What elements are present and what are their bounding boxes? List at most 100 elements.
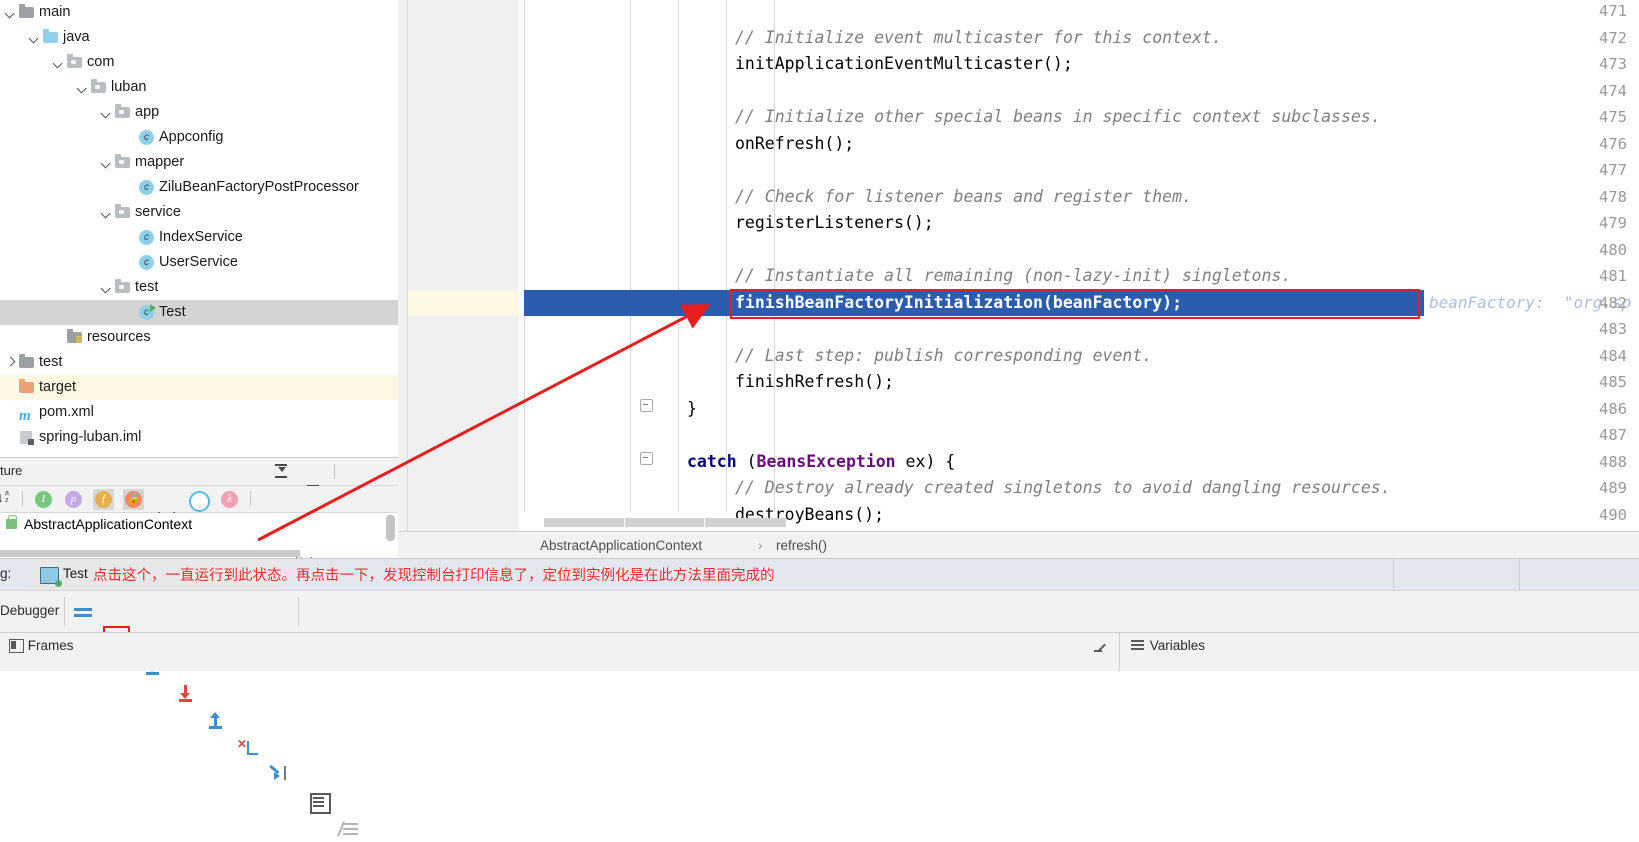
force-step-into-icon[interactable]	[234, 734, 261, 761]
code-comment[interactable]: // Destroy already created singletons to…	[735, 475, 1391, 502]
project-tool-window[interactable]: main java com luban app c Appconfig mapper c Zilu…	[0, 0, 398, 457]
tree-row[interactable]: test	[0, 350, 398, 375]
chevron-down-icon[interactable]	[100, 200, 113, 225]
code-statement[interactable]: onRefresh();	[735, 131, 854, 158]
tree-row[interactable]: mapper	[0, 150, 398, 175]
line-number[interactable]: 475	[1547, 104, 1627, 131]
line-number[interactable]: 488	[1547, 449, 1627, 476]
run-bar-divider	[1393, 559, 1394, 591]
pin-icon[interactable]	[1093, 641, 1108, 656]
calculator-icon[interactable]	[305, 788, 332, 815]
line-number[interactable]: 477	[1547, 157, 1627, 184]
structure-row-class[interactable]: AbstractApplicationContext	[2, 513, 398, 535]
chevron-down-icon[interactable]	[100, 150, 113, 175]
tree-row[interactable]: resources	[0, 325, 398, 350]
java-class-icon: c	[137, 125, 157, 150]
show-lambdas-icon[interactable]: λ	[219, 489, 240, 510]
line-number[interactable]: 473	[1547, 51, 1627, 78]
code-comment[interactable]: // Check for listener beans and register…	[735, 184, 1192, 211]
tree-row[interactable]: main	[0, 0, 398, 25]
show-anonymous-icon[interactable]	[187, 489, 210, 512]
line-number[interactable]: 471	[1547, 0, 1627, 25]
code-statement[interactable]: finishRefresh();	[735, 369, 894, 396]
tree-row[interactable]: c UserService	[0, 250, 398, 275]
breadcrumb[interactable]: AbstractApplicationContext › refresh()	[398, 531, 1639, 559]
breadcrumb-item-method[interactable]: refresh()	[776, 532, 827, 559]
code-editor[interactable]: // Initialize event multicaster for this…	[398, 0, 1639, 531]
chevron-right-icon[interactable]	[4, 350, 17, 375]
breadcrumb-item-class[interactable]: AbstractApplicationContext	[540, 532, 702, 559]
show-non-public-icon[interactable]: 🔒	[123, 489, 144, 510]
line-number[interactable]: 487	[1547, 422, 1627, 449]
lines-icon[interactable]	[70, 599, 97, 626]
tree-row-label: resources	[87, 329, 151, 345]
tree-row[interactable]: c IndexService	[0, 225, 398, 250]
show-inherited-icon[interactable]: I	[33, 489, 54, 510]
exception-var: ex	[895, 451, 926, 471]
tree-row[interactable]: spring-luban.iml	[0, 425, 398, 450]
tree-row[interactable]: m pom.xml	[0, 400, 398, 425]
show-properties-icon[interactable]: p	[63, 489, 84, 510]
expand-all-icon[interactable]	[272, 462, 291, 481]
chevron-down-icon[interactable]	[100, 100, 113, 125]
line-number[interactable]: 476	[1547, 131, 1627, 158]
sort-alphabetically-icon[interactable]	[0, 489, 17, 510]
code-comment[interactable]: // Initialize event multicaster for this…	[735, 25, 1222, 52]
tree-row[interactable]: test	[0, 275, 398, 300]
tree-row[interactable]: c Test	[0, 300, 398, 325]
code-statement[interactable]: registerListeners();	[735, 210, 934, 237]
structure-panel-title: ture	[0, 463, 23, 478]
line-number[interactable]: 486	[1547, 396, 1627, 423]
variables-pane-header[interactable]: Variables	[1130, 638, 1205, 653]
line-number[interactable]: 484	[1547, 343, 1627, 370]
structure-tool-window[interactable]: ture I p f 🔒 λ AbstractApplicationContex…	[0, 457, 398, 571]
folder-package-icon	[65, 50, 85, 75]
line-number[interactable]: 483	[1547, 316, 1627, 343]
code-brace[interactable]: }	[687, 396, 697, 423]
editor-horizontal-scrollbar[interactable]	[544, 518, 786, 527]
editor-code-area[interactable]: // Initialize event multicaster for this…	[519, 0, 1639, 531]
tree-row[interactable]: java	[0, 25, 398, 50]
line-number[interactable]: 490	[1547, 502, 1627, 529]
structure-panel-body[interactable]: AbstractApplicationContext static class …	[0, 513, 398, 557]
tree-row[interactable]: app	[0, 100, 398, 125]
chevron-down-icon[interactable]	[4, 0, 17, 25]
code-catch-clause[interactable]: catch (BeansException ex) {	[687, 449, 955, 476]
show-fields-icon[interactable]: f	[93, 489, 114, 510]
line-number[interactable]: 479	[1547, 210, 1627, 237]
tree-row[interactable]: luban	[0, 75, 398, 100]
code-comment[interactable]: // Last step: publish corresponding even…	[735, 343, 1152, 370]
line-number[interactable]: 482	[1547, 290, 1627, 317]
pane-divider[interactable]	[1119, 633, 1120, 671]
structure-vertical-scrollbar[interactable]	[386, 515, 395, 541]
line-number[interactable]: 474	[1547, 78, 1627, 105]
tree-row[interactable]: com	[0, 50, 398, 75]
frames-pane-header[interactable]: Frames	[8, 638, 74, 653]
chevron-down-icon[interactable]	[76, 75, 89, 100]
chevron-down-icon[interactable]	[100, 275, 113, 300]
code-fold-marker[interactable]	[640, 399, 653, 412]
tree-row[interactable]: c Appconfig	[0, 125, 398, 150]
code-fold-marker[interactable]	[640, 452, 653, 465]
tree-row[interactable]: target	[0, 375, 398, 400]
line-number[interactable]: 478	[1547, 184, 1627, 211]
tree-row[interactable]: c ZiluBeanFactoryPostProcessor	[0, 175, 398, 200]
line-number[interactable]: 480	[1547, 237, 1627, 264]
editor-gutter[interactable]	[408, 0, 519, 531]
line-number[interactable]: 472	[1547, 25, 1627, 52]
line-number[interactable]: 489	[1547, 475, 1627, 502]
line-number[interactable]: 481	[1547, 263, 1627, 290]
chevron-down-icon[interactable]	[52, 50, 65, 75]
run-to-cursor-icon[interactable]	[265, 761, 292, 788]
step-into-icon[interactable]	[172, 680, 199, 707]
debugger-tab-label[interactable]: Debugger	[0, 603, 59, 618]
code-comment[interactable]: // Initialize other special beans in spe…	[735, 104, 1381, 131]
mute-breakpoints-icon[interactable]	[337, 815, 364, 842]
code-comment[interactable]: // Instantiate all remaining (non-lazy-i…	[735, 263, 1291, 290]
code-statement[interactable]: initApplicationEventMulticaster();	[735, 51, 1073, 78]
tree-row[interactable]: service	[0, 200, 398, 225]
line-number[interactable]: 485	[1547, 369, 1627, 396]
structure-horizontal-scrollbar[interactable]	[0, 550, 300, 557]
step-out-icon[interactable]	[202, 707, 229, 734]
chevron-down-icon[interactable]	[28, 25, 41, 50]
